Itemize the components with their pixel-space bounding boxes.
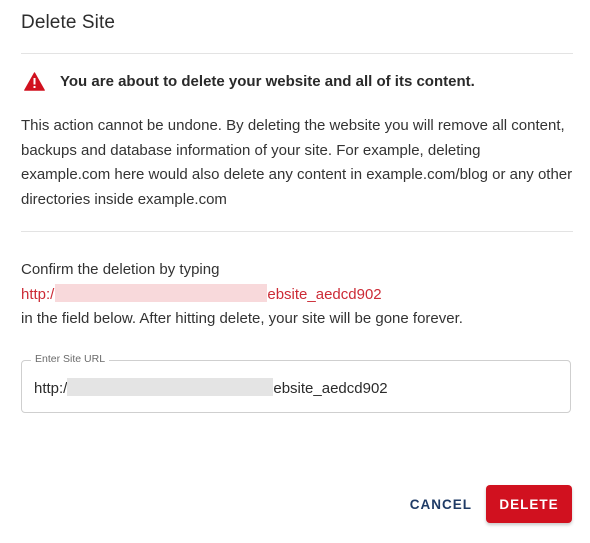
- delete-button[interactable]: DELETE: [486, 485, 572, 523]
- confirm-url: http:/ ebsite_aedcd902: [21, 283, 382, 308]
- cancel-button[interactable]: CANCEL: [410, 485, 472, 523]
- site-url-label: Enter Site URL: [31, 353, 110, 365]
- confirm-url-prefix: http:/: [21, 285, 55, 303]
- dialog-title: Delete Site: [21, 12, 116, 33]
- warning-triangle-icon: [24, 72, 45, 91]
- confirm-instructions: Confirm the deletion by typing http:/ ebs…: [21, 258, 573, 332]
- confirm-outro: in the field below. After hitting delete…: [21, 310, 463, 327]
- redacted-region: [55, 283, 268, 302]
- site-url-field[interactable]: Enter Site URL http:/ ebsite_aedcd902: [21, 353, 571, 413]
- dialog-actions: CANCEL DELETE: [410, 485, 572, 523]
- site-url-value-prefix: http:/: [34, 380, 68, 397]
- redacted-region: [67, 378, 274, 396]
- deletion-description: This action cannot be undone. By deletin…: [21, 117, 573, 208]
- site-url-value-suffix: ebsite_aedcd902: [273, 380, 388, 397]
- section-divider: [21, 231, 573, 232]
- warning-text: You are about to delete your website and…: [60, 73, 475, 90]
- delete-site-dialog: Delete Site You are about to delete your…: [0, 0, 590, 543]
- confirm-url-suffix: ebsite_aedcd902: [267, 285, 382, 303]
- site-url-input[interactable]: http:/ ebsite_aedcd902: [34, 378, 388, 397]
- confirm-intro: Confirm the deletion by typing: [21, 261, 220, 278]
- title-divider: [21, 53, 573, 54]
- warning-banner: You are about to delete your website and…: [24, 72, 475, 91]
